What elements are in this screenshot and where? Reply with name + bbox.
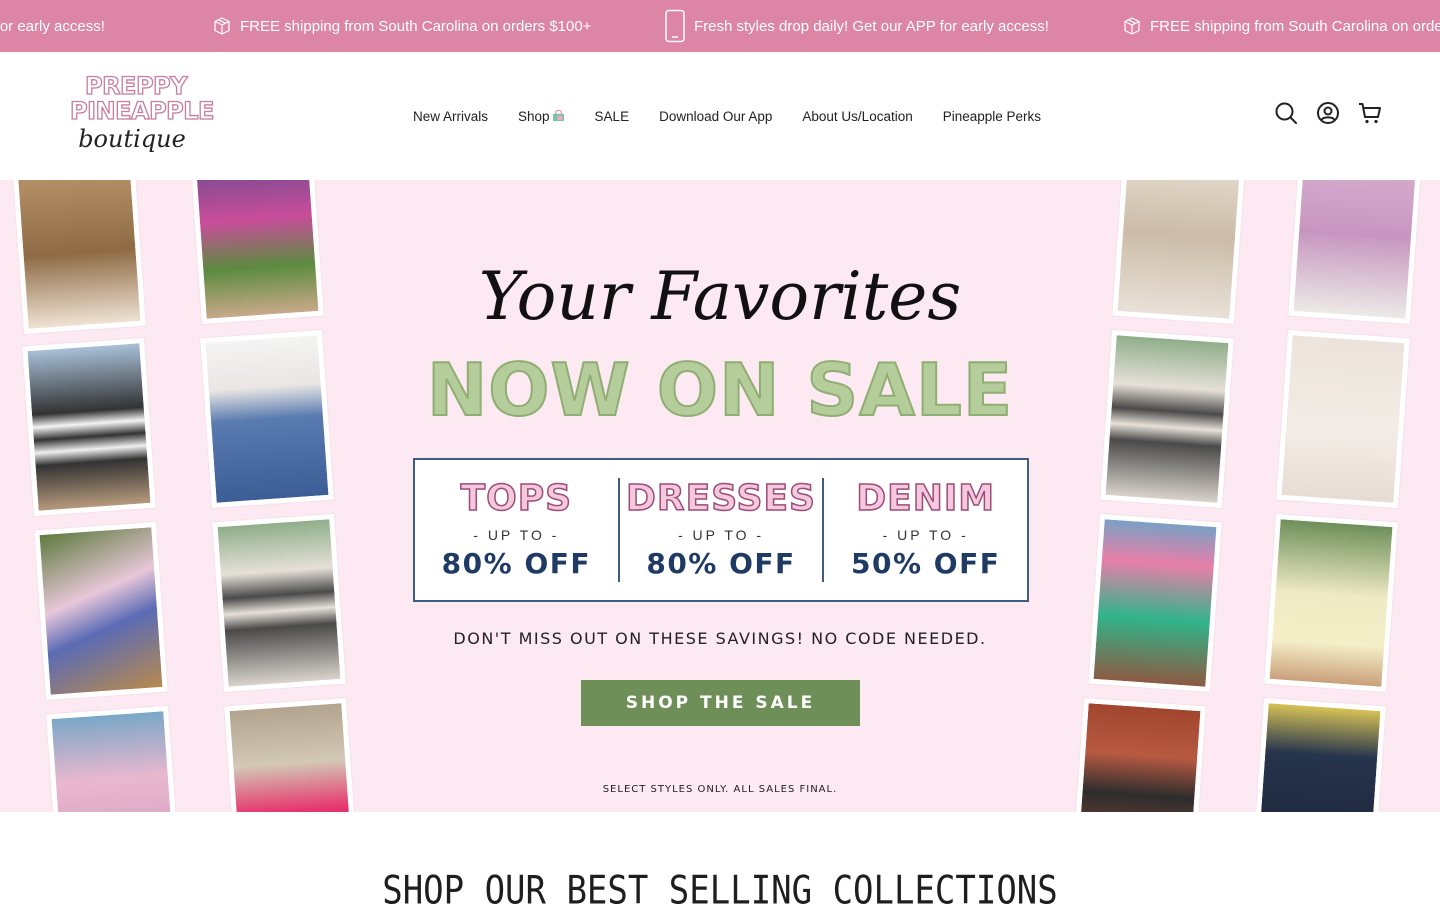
shopping-bag-icon [552,110,564,122]
hero-script-title: Your Favorites [478,258,962,335]
phone-icon [665,9,685,43]
logo-line-preppy: PREPPY [84,72,188,100]
hero-tagline: DON'T MISS OUT ON THESE SAVINGS! NO CODE… [453,629,987,648]
site-header: PREPPY PINEAPPLE boutique New Arrivals S… [0,52,1440,180]
offer-upto: - UP TO - [677,526,765,543]
logo-line-boutique: boutique [78,125,186,153]
offer-category: DRESSES [625,477,816,519]
product-photo [1264,513,1398,693]
nav-download-app[interactable]: Download Our App [659,109,772,124]
announcement-text: Fresh styles drop daily! Get our APP for… [694,17,1049,35]
announcement-text: FREE shipping from South Carolina on ord… [1150,17,1440,35]
main-nav: New Arrivals Shop SALE Download Our App … [413,52,1071,180]
shop-the-sale-button[interactable]: SHOP THE SALE [581,680,860,726]
offer-tops: TOPS - UP TO - 80% OFF [415,478,618,582]
announcement-item: FREE shipping from South Carolina on ord… [212,0,591,52]
nav-label: Pineapple Perks [942,108,1042,124]
offer-category: DENIM [856,477,996,519]
product-photo [46,705,180,812]
nav-label: Download Our App [659,108,773,124]
nav-label: New Arrivals [413,108,489,124]
offer-discount: 80% OFF [441,546,591,580]
search-icon[interactable] [1274,101,1298,125]
nav-new-arrivals[interactable]: New Arrivals [413,109,488,124]
best-selling-collections-heading: SHOP OUR BEST SELLING COLLECTIONS [382,868,1058,914]
announcement-track: Fresh styles drop daily! Get our APP for… [0,0,1440,52]
hero-fine-print: SELECT STYLES ONLY. ALL SALES FINAL. [602,784,838,795]
nav-about-location[interactable]: About Us/Location [802,109,912,124]
logo-line-pineapple: PINEAPPLE [69,97,215,125]
announcement-bar: Fresh styles drop daily! Get our APP for… [0,0,1440,52]
offer-upto: - UP TO - [473,526,560,543]
offer-category: TOPS [460,477,573,519]
cart-icon[interactable] [1358,101,1382,125]
site-logo[interactable]: PREPPY PINEAPPLE boutique [69,72,215,167]
announcement-item: Fresh styles drop daily! Get our APP for… [0,0,105,52]
package-icon [1124,17,1140,35]
package-icon [214,17,230,35]
offer-denim: DENIM - UP TO - 50% OFF [822,478,1027,582]
nav-sale[interactable]: SALE [595,109,630,124]
announcement-item: Fresh styles drop daily! Get our APP for… [664,0,1049,52]
nav-label: Shop [518,108,550,124]
product-photo [1088,513,1222,693]
announcement-text: FREE shipping from South Carolina on ord… [240,17,592,35]
offer-upto: - UP TO - [882,526,969,543]
hero-main-title: NOW ON SALE [426,347,1014,433]
hero-banner[interactable]: Your Favorites NOW ON SALE TOPS - UP TO … [0,180,1440,812]
announcement-text: Fresh styles drop daily! Get our APP for… [0,17,105,35]
header-icons [1274,101,1382,125]
account-icon[interactable] [1316,101,1340,125]
nav-pineapple-perks[interactable]: Pineapple Perks [943,109,1041,124]
offer-discount: 50% OFF [851,546,1001,580]
offers-box: TOPS - UP TO - 80% OFF DRESSES - UP TO -… [413,458,1029,602]
product-photo [212,513,346,693]
offer-dresses: DRESSES - UP TO - 80% OFF [617,477,823,582]
offer-discount: 80% OFF [646,546,796,580]
nav-shop[interactable]: Shop [518,109,565,124]
announcement-item: FREE shipping from South Carolina on ord… [1122,0,1440,52]
nav-label: About Us/Location [802,108,913,124]
nav-label: SALE [594,108,630,124]
product-photo [34,521,168,701]
